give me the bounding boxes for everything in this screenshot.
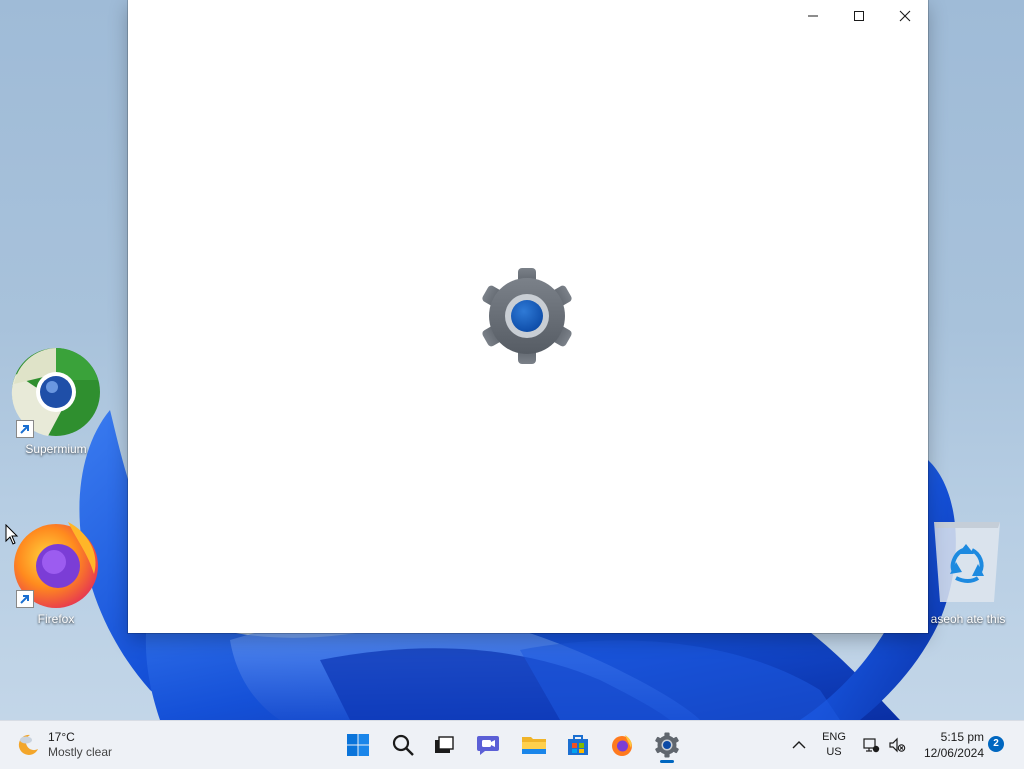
language-indicator[interactable]: ENG US	[816, 729, 852, 761]
taskbar-search-button[interactable]	[383, 725, 423, 765]
minimize-icon	[808, 15, 818, 17]
taskbar-task-view-button[interactable]	[424, 725, 464, 765]
clock[interactable]: 5:15 pm 12/06/2024	[912, 728, 984, 762]
settings-gear-icon	[655, 732, 679, 758]
language-code: ENG	[822, 731, 846, 743]
moon-cloud-icon	[18, 734, 38, 755]
taskbar: 17°C Mostly clear ENG US 5:15 pm 12/06/2…	[0, 720, 1024, 769]
maximize-button[interactable]	[836, 0, 882, 32]
taskbar-chat-button[interactable]	[469, 725, 509, 765]
chevron-up-icon	[792, 741, 806, 749]
taskbar-store-button[interactable]	[558, 725, 598, 765]
maximize-icon	[854, 11, 864, 21]
windows-start-icon	[347, 734, 369, 756]
network-status-button[interactable]	[860, 733, 882, 757]
close-icon	[899, 10, 911, 22]
desktop-icon-recycle-bin[interactable]: aseoh ate this	[920, 514, 1016, 626]
active-app-indicator	[660, 760, 674, 763]
minimize-button[interactable]	[790, 0, 836, 32]
desktop-icon-supermium[interactable]: Supermium	[8, 344, 104, 456]
weather-condition: Mostly clear	[48, 745, 113, 759]
volume-muted-icon	[889, 737, 906, 753]
close-button[interactable]	[882, 0, 928, 32]
taskbar-settings-button[interactable]	[647, 725, 687, 765]
clock-date: 12/06/2024	[923, 746, 984, 760]
weather-widget[interactable]: 17°C Mostly clear	[14, 727, 112, 763]
weather-temperature: 17°C	[48, 730, 75, 744]
settings-window[interactable]	[128, 0, 928, 633]
teams-chat-icon	[477, 736, 499, 755]
search-icon	[392, 734, 414, 756]
network-disconnected-icon	[863, 738, 880, 753]
volume-status-button[interactable]	[886, 733, 908, 757]
desktop-icon-label: Supermium	[25, 442, 87, 456]
desktop-icon-firefox[interactable]: Firefox	[8, 514, 104, 626]
shortcut-arrow-icon	[16, 420, 34, 438]
taskbar-file-explorer-button[interactable]	[514, 725, 554, 765]
recycle-bin-icon	[934, 522, 1000, 602]
language-region: US	[826, 746, 842, 758]
desktop-icon-label: aseoh ate this	[930, 612, 1006, 626]
shortcut-arrow-icon	[16, 590, 34, 608]
clock-time: 5:15 pm	[940, 730, 984, 744]
show-hidden-icons-button[interactable]	[786, 733, 812, 757]
task-view-icon	[435, 736, 454, 753]
taskbar-firefox-button[interactable]	[602, 725, 642, 765]
firefox-icon	[612, 735, 632, 756]
store-icon	[568, 735, 588, 755]
taskbar-start-button[interactable]	[338, 725, 378, 765]
folder-icon	[522, 737, 546, 754]
mouse-cursor-icon	[5, 524, 19, 545]
settings-gear-icon	[482, 268, 572, 364]
desktop-icon-label: Firefox	[37, 612, 75, 626]
notification-badge[interactable]: 2	[988, 736, 1004, 752]
